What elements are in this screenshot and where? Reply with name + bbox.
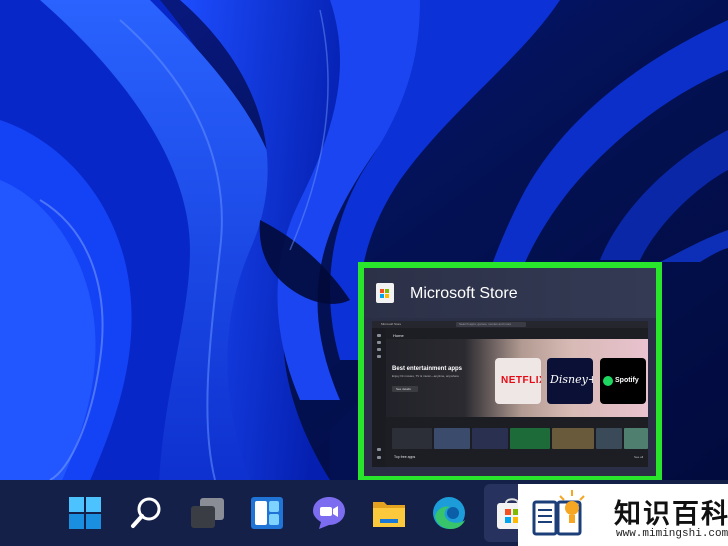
search-icon[interactable] (128, 494, 166, 532)
library-icon (377, 448, 381, 451)
mini-search-box: Search apps, games, movies and more (456, 322, 526, 327)
strip-card (434, 428, 470, 449)
strip-card (552, 428, 594, 449)
disney-plus-tile: Disney+ (547, 358, 593, 404)
watermark-logo (532, 490, 585, 536)
home-icon (377, 334, 381, 337)
help-icon (377, 456, 381, 459)
mini-sidebar (372, 328, 386, 467)
watermark-url: www.mimingshi.com (616, 528, 728, 540)
spotify-icon (603, 376, 613, 386)
mini-hero-subtitle: Enjoy hit movies, TV & music—anytime, an… (392, 374, 459, 378)
store-thumbnail-preview[interactable]: Microsoft Store Microsoft Store Search a… (358, 262, 662, 482)
watermark: 知识百科 www.mimingshi.com (518, 484, 728, 546)
mini-titlebar: Microsoft Store Search apps, games, movi… (372, 321, 648, 328)
desktop: Microsoft Store Microsoft Store Search a… (0, 0, 728, 546)
task-view-icon[interactable] (188, 494, 226, 532)
mini-page-heading: Home (393, 333, 404, 338)
strip-card (510, 428, 550, 449)
mini-hero-title: Best entertainment apps (392, 366, 463, 372)
edge-icon[interactable] (430, 494, 468, 532)
mini-window-title: Microsoft Store (381, 322, 402, 326)
netflix-tile: NETFLIX (495, 358, 541, 404)
strip-card (472, 428, 508, 449)
chat-icon[interactable] (310, 494, 348, 532)
watermark-name: 知识百科 (614, 499, 728, 530)
mini-see-all-link: See all (634, 455, 644, 459)
thumbnail-app-title: Microsoft Store (410, 285, 518, 302)
spotify-logo: Spotify (615, 377, 639, 384)
apps-icon (377, 341, 381, 344)
strip-card (624, 428, 648, 449)
netflix-logo: NETFLIX (501, 375, 541, 386)
spotify-tile: Spotify (600, 358, 646, 404)
mini-hero-button: See details (392, 386, 418, 392)
disney-plus-logo: Disney+ (550, 373, 593, 386)
movies-icon (377, 355, 381, 358)
start-icon[interactable] (66, 494, 104, 532)
strip-card (596, 428, 622, 449)
mini-hero-button-label: See details (396, 387, 411, 391)
thumbnail-window-content: Microsoft Store Search apps, games, movi… (372, 321, 648, 467)
mini-section-title: Top free apps (394, 455, 416, 459)
gaming-icon (377, 348, 381, 351)
widgets-icon[interactable] (248, 494, 286, 532)
mini-search-placeholder: Search apps, games, movies and more (459, 322, 512, 326)
strip-card (392, 428, 432, 449)
thumbnail-header: Microsoft Store (364, 268, 656, 318)
file-explorer-icon[interactable] (370, 494, 408, 532)
microsoft-store-icon (376, 283, 394, 303)
